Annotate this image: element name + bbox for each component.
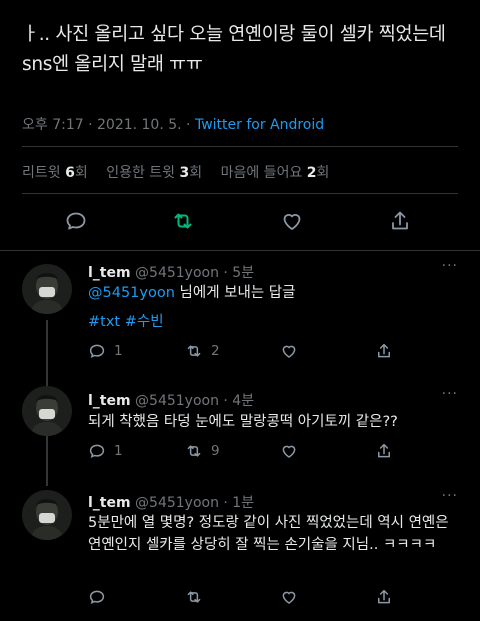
retweet-icon xyxy=(187,445,201,457)
like-icon xyxy=(283,214,301,230)
avatar-image xyxy=(22,490,72,540)
reply-icon xyxy=(89,444,105,459)
reply-icon xyxy=(66,212,86,230)
tweet-text: ㅏ.. 사진 올리고 싶다 오늘 연옌이랑 둘이 셀카 찍었는데 sns엔 올리… xyxy=(22,24,446,75)
retweets-label: 리트윗 xyxy=(22,165,66,181)
reply-actions: 1 2 xyxy=(88,342,458,364)
retweets-unit: 회 xyxy=(74,165,88,181)
retweet-count: 2 xyxy=(211,343,220,359)
reply-author-name[interactable]: l_tem xyxy=(88,393,131,409)
retweet-icon xyxy=(174,213,192,229)
like-button[interactable] xyxy=(280,588,298,606)
share-icon xyxy=(378,443,390,458)
share-button[interactable] xyxy=(375,442,393,460)
like-button[interactable] xyxy=(280,342,298,360)
like-icon xyxy=(282,445,296,458)
reply-header: l_tem @5451yoon · 4분 xyxy=(88,390,254,410)
retweet-count: 9 xyxy=(211,443,220,459)
quotes-stat[interactable]: 인용한 트윗 3회 xyxy=(106,165,202,181)
avatar[interactable] xyxy=(22,386,72,436)
more-icon[interactable]: ··· xyxy=(442,488,458,504)
tweet-meta: 오후 7:17 · 2021. 10. 5. · Twitter for And… xyxy=(22,114,324,134)
quotes-unit: 회 xyxy=(189,165,203,181)
likes-label: 마음에 들어요 xyxy=(220,165,307,181)
reply-button[interactable]: 1 xyxy=(88,442,123,460)
reply-count: 1 xyxy=(114,343,123,359)
share-button[interactable] xyxy=(375,342,393,360)
retweet-button[interactable]: 9 xyxy=(185,442,220,460)
reply-handle: @5451yoon · 4분 xyxy=(135,393,255,409)
reply-handle: @5451yoon · 5분 xyxy=(135,265,255,281)
divider xyxy=(22,193,458,194)
reply-text: 5분만에 열 몇명? 정도랑 같이 사진 찍었었는데 역시 연옌은 연옌인지 셀… xyxy=(88,515,449,553)
avatar[interactable] xyxy=(22,264,72,314)
likes-count: 2 xyxy=(306,165,317,181)
like-button[interactable] xyxy=(280,442,298,460)
like-icon xyxy=(282,591,296,604)
tweet-stats: 리트윗 6회 인용한 트윗 3회 마음에 들어요 2회 xyxy=(22,162,329,182)
reply-button[interactable] xyxy=(88,588,106,606)
quotes-count: 3 xyxy=(179,165,190,181)
divider xyxy=(0,250,480,251)
retweet-button[interactable] xyxy=(167,205,199,237)
divider xyxy=(22,146,458,147)
avatar-image xyxy=(22,264,72,314)
avatar-image xyxy=(22,386,72,436)
reply-author-name[interactable]: l_tem xyxy=(88,265,131,281)
tweet-timestamp: 오후 7:17 · 2021. 10. 5. · xyxy=(22,117,195,133)
share-button[interactable] xyxy=(375,588,393,606)
likes-stat[interactable]: 마음에 들어요 2회 xyxy=(221,165,330,181)
tweet-actions xyxy=(0,205,480,237)
reply-author-name[interactable]: l_tem xyxy=(88,495,131,511)
share-icon xyxy=(392,211,408,230)
like-icon xyxy=(282,345,296,358)
reply-handle: @5451yoon · 1분 xyxy=(135,495,255,511)
retweet-icon xyxy=(187,345,201,357)
reply-count: 1 xyxy=(114,443,123,459)
retweet-button[interactable] xyxy=(185,588,203,606)
reply-actions: 1 9 xyxy=(88,442,458,464)
reply-header: l_tem @5451yoon · 1분 xyxy=(88,492,254,512)
reply-text: 되게 착했음 타덩 눈에도 말랑콩떡 아기토끼 같은?? xyxy=(88,414,398,430)
like-button[interactable] xyxy=(276,205,308,237)
retweet-icon xyxy=(187,591,201,603)
retweets-count: 6 xyxy=(65,165,75,181)
reply-context-text: 님에게 보내는 답글 xyxy=(174,285,296,301)
likes-unit: 회 xyxy=(316,165,330,181)
thread-line xyxy=(46,320,48,388)
reply-context: @5451yoon 님에게 보내는 답글 xyxy=(88,282,458,304)
tweet-source-link[interactable]: Twitter for Android xyxy=(195,117,324,133)
more-icon[interactable]: ··· xyxy=(442,386,458,402)
reply-button[interactable]: 1 xyxy=(88,342,123,360)
reply-hashtags: #txt #수빈 xyxy=(88,311,458,333)
quotes-label: 인용한 트윗 xyxy=(106,165,180,181)
more-icon[interactable]: ··· xyxy=(442,258,458,274)
hashtag-link[interactable]: #txt #수빈 xyxy=(88,314,164,330)
share-icon xyxy=(378,589,390,604)
avatar[interactable] xyxy=(22,490,72,540)
reply-header: l_tem @5451yoon · 5분 xyxy=(88,262,254,282)
mention-link[interactable]: @5451yoon xyxy=(88,285,175,301)
share-button[interactable] xyxy=(384,205,416,237)
retweets-stat[interactable]: 리트윗 6회 xyxy=(22,165,88,181)
retweet-button[interactable]: 2 xyxy=(185,342,220,360)
reply-icon xyxy=(89,344,105,359)
reply-actions xyxy=(88,588,458,610)
reply-icon xyxy=(89,590,105,605)
share-icon xyxy=(378,343,390,358)
reply-button[interactable] xyxy=(60,205,92,237)
thread-line xyxy=(46,436,48,486)
